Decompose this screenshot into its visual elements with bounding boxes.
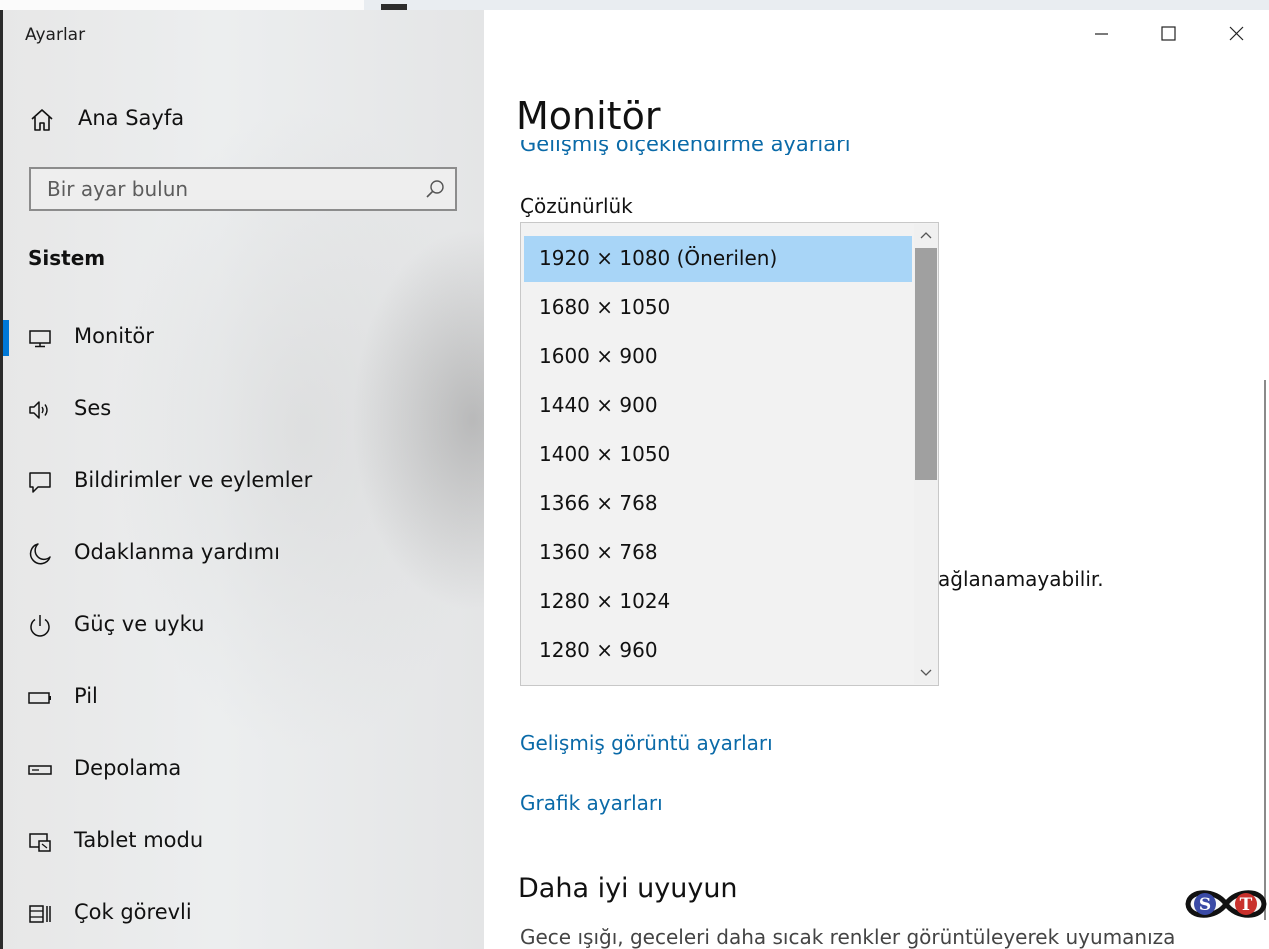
resolution-option-label: 1280 × 960	[539, 638, 658, 662]
dropdown-scrollbar[interactable]	[914, 224, 938, 684]
tablet-mode-icon	[29, 833, 51, 852]
resolution-option[interactable]: 1280 × 960	[524, 628, 912, 674]
resolution-option[interactable]: 1280 × 1024	[524, 579, 912, 625]
moon-icon	[29, 543, 51, 565]
sidebar-item-label: Güç ve uyku	[74, 612, 205, 636]
resolution-option-label: 1440 × 900	[539, 393, 658, 417]
notification-icon	[29, 472, 51, 493]
advanced-scaling-link[interactable]: Gelişmiş ölçeklendirme ayarları	[520, 140, 851, 155]
search-input[interactable]	[31, 169, 427, 209]
sidebar-item-label: Depolama	[74, 756, 182, 780]
page-scrollbar[interactable]	[1264, 380, 1266, 920]
close-button[interactable]	[1214, 16, 1260, 52]
resolution-option[interactable]: 1440 × 900	[524, 383, 912, 429]
home-nav-item[interactable]: Ana Sayfa	[3, 100, 484, 140]
graphics-settings-link[interactable]: Grafik ayarları	[520, 791, 663, 815]
partial-description-text: ağlanamayabilir.	[938, 567, 1104, 591]
sidebar-item-label: Odaklanma yardımı	[74, 540, 280, 564]
sidebar-item-storage[interactable]: Depolama	[3, 742, 484, 798]
resolution-option[interactable]: 1360 × 768	[524, 530, 912, 576]
resolution-option-label: 1280 × 1024	[539, 589, 671, 613]
search-icon[interactable]	[425, 179, 445, 199]
home-icon	[31, 109, 53, 131]
sidebar-item-battery[interactable]: Pil	[3, 670, 484, 726]
sidebar-item-label: Ses	[74, 396, 112, 420]
sidebar-item-label: Çok görevli	[74, 900, 192, 924]
resolution-option[interactable]: 1400 × 1050	[524, 432, 912, 478]
scrollbar-thumb[interactable]	[915, 248, 937, 480]
monitor-icon	[29, 330, 51, 348]
sidebar-item-multitasking[interactable]: Çok görevli	[3, 886, 484, 942]
resolution-option[interactable]: 1920 × 1080 (Önerilen)	[524, 236, 912, 282]
search-box	[29, 167, 457, 211]
sidebar-item-power-sleep[interactable]: Güç ve uyku	[3, 598, 484, 654]
advanced-display-settings-link[interactable]: Gelişmiş görüntü ayarları	[520, 731, 773, 755]
window-title: Ayarlar	[25, 25, 86, 45]
sidebar-item-tablet-mode[interactable]: Tablet modu	[3, 814, 484, 870]
section-header-system: Sistem	[28, 246, 106, 270]
sidebar-item-monitor[interactable]: Monitör	[3, 310, 484, 366]
selection-indicator	[3, 320, 9, 356]
resolution-option-label: 1680 × 1050	[539, 295, 671, 319]
svg-text:S: S	[1199, 895, 1211, 915]
resolution-option[interactable]: 1366 × 768	[524, 481, 912, 527]
chevron-down-icon[interactable]	[914, 662, 938, 684]
sleep-better-heading: Daha iyi uyuyun	[518, 873, 738, 904]
speaker-icon	[29, 401, 48, 419]
background-window-strip	[0, 0, 1269, 10]
resolution-option[interactable]: 1600 × 900	[524, 334, 912, 380]
sidebar-item-sound[interactable]: Ses	[3, 382, 484, 438]
sidebar-item-label: Pil	[74, 684, 98, 708]
battery-icon	[28, 692, 51, 704]
resolution-label: Çözünürlük	[520, 194, 633, 218]
maximize-button[interactable]	[1145, 16, 1191, 52]
svg-text:T: T	[1240, 895, 1253, 915]
resolution-option-label: 1360 × 768	[539, 540, 658, 564]
background-window-tab	[0, 0, 364, 10]
home-label: Ana Sayfa	[78, 106, 185, 130]
resolution-dropdown-list[interactable]: 1920 × 1080 (Önerilen) 1680 × 1050 1600 …	[520, 222, 939, 686]
chevron-up-icon[interactable]	[914, 224, 938, 246]
sidebar-item-notifications[interactable]: Bildirimler ve eylemler	[3, 454, 484, 510]
resolution-option-label: 1366 × 768	[539, 491, 658, 515]
sidebar-item-label: Monitör	[74, 324, 154, 348]
storage-icon	[28, 765, 52, 775]
resolution-option-label: 1400 × 1050	[539, 442, 671, 466]
night-light-description: Gece ışığı, geceleri daha sıcak renkler …	[520, 925, 1176, 949]
power-icon	[30, 615, 50, 637]
sidebar-item-label: Tablet modu	[74, 828, 204, 852]
st-watermark-logo: S T	[1185, 890, 1267, 918]
sidebar-item-focus-assist[interactable]: Odaklanma yardımı	[3, 526, 484, 582]
multitasking-icon	[29, 905, 51, 923]
advanced-scaling-label: Gelişmiş ölçeklendirme ayarları	[520, 140, 851, 155]
page-title: Monitör	[516, 94, 661, 138]
resolution-option-label: 1600 × 900	[539, 344, 658, 368]
resolution-option-label: 1920 × 1080 (Önerilen)	[539, 246, 778, 270]
resolution-option[interactable]: 1680 × 1050	[524, 285, 912, 331]
sidebar-item-label: Bildirimler ve eylemler	[74, 468, 313, 492]
sidebar: Ayarlar Ana Sayfa Sistem Monitör	[3, 10, 484, 949]
minimize-button[interactable]	[1078, 16, 1124, 52]
